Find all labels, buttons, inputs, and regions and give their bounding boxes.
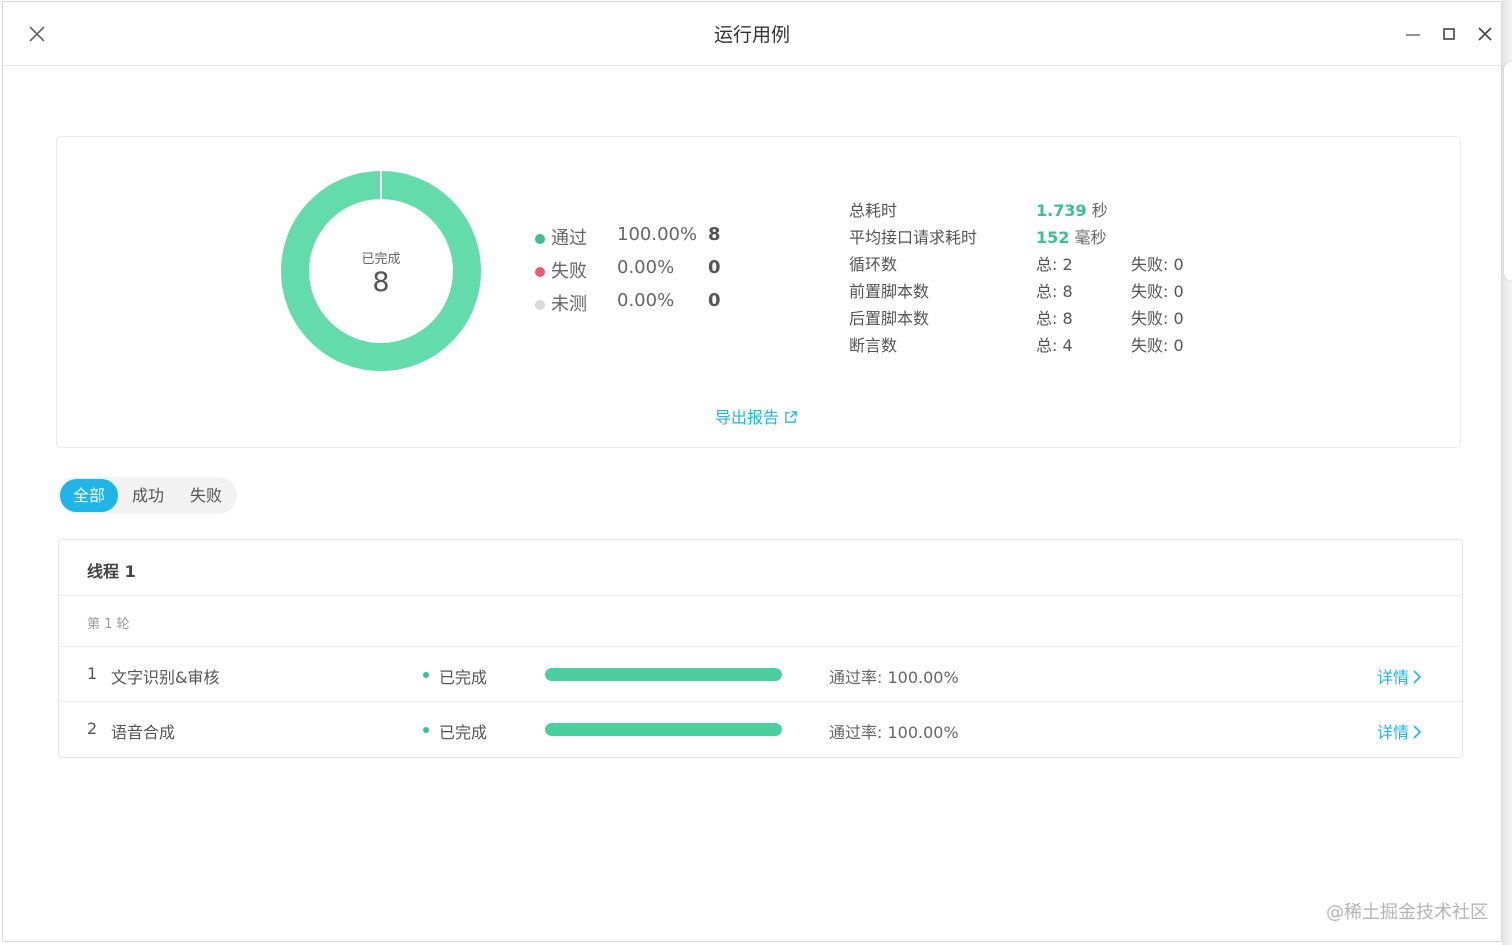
detail-link[interactable]: 详情 [1377,664,1423,688]
chevron-right-icon [1413,725,1422,739]
avg-time-value: 152 [1036,228,1070,247]
detail-label: 详情 [1377,723,1410,742]
side-panel-handle[interactable] [1503,60,1512,282]
stat-failed: 失败: 0 [1131,282,1184,301]
avg-time-unit: 毫秒 [1069,228,1107,247]
thread-title: 线程 1 [87,562,136,581]
round-label: 第 1 轮 [87,617,130,632]
status-dot-icon [423,672,429,678]
stat-label: 总耗时 [849,201,898,220]
thread-panel: 线程 1 第 1 轮 1 文字识别&审核 已完成 通过率: 100.00% 详情… [58,539,1463,758]
legend-count: 8 [708,224,721,245]
stat-label: 断言数 [849,336,898,355]
status-dot-icon [423,727,429,733]
run-cases-window: 运行用例 已完成 8 通过 100.00% 8 失败 0.00% 0 未测 0.… [2,1,1502,942]
detail-link[interactable]: 详情 [1377,719,1423,743]
table-row: 2 语音合成 已完成 通过率: 100.00% 详情 [59,702,1462,756]
stat-total: 总: 8 [1036,282,1073,301]
stat-total: 总: 8 [1036,309,1073,328]
tab-fail[interactable]: 失败 [178,479,234,512]
chevron-right-icon [1413,670,1422,684]
result-filter-tabs: 全部 成功 失败 [58,477,237,514]
legend-percent: 0.00% [617,290,675,311]
stat-label: 后置脚本数 [849,309,930,328]
case-status: 已完成 [439,723,488,742]
case-status: 已完成 [439,668,488,687]
legend-count: 0 [708,257,721,278]
watermark: @稀土掘金技术社区 [1326,902,1488,923]
stat-label: 循环数 [849,255,898,274]
stat-value: 1.739 秒 [1036,197,1108,221]
tab-success[interactable]: 成功 [120,479,176,512]
legend-name: 通过 [551,228,587,249]
summary-card: 已完成 8 通过 100.00% 8 失败 0.00% 0 未测 0.00% 0… [56,136,1461,448]
minimize-icon[interactable] [1401,22,1425,46]
tab-all[interactable]: 全部 [60,479,118,512]
legend-name: 未测 [551,294,587,315]
pass-rate: 通过率: 100.00% [829,723,959,742]
window-title: 运行用例 [713,24,790,46]
progress-bar [545,668,782,681]
legend-percent: 100.00% [617,224,698,245]
stat-total: 总: 2 [1036,255,1073,274]
window-close-icon[interactable] [1473,22,1497,46]
case-index: 1 [87,664,98,683]
stat-failed: 失败: 0 [1131,336,1184,355]
total-time-value: 1.739 [1036,201,1087,220]
stat-total: 总: 4 [1036,336,1073,355]
export-report-link[interactable]: 导出报告 [715,404,798,428]
pass-dot-icon [535,234,545,244]
total-time-unit: 秒 [1086,201,1108,220]
pass-rate: 通过率: 100.00% [829,668,959,687]
case-name: 语音合成 [111,723,176,742]
progress-bar [545,723,782,736]
stat-value: 152 毫秒 [1036,224,1107,248]
legend-count: 0 [708,290,721,311]
fail-dot-icon [535,267,545,277]
progress-fill [545,668,782,681]
stat-failed: 失败: 0 [1131,309,1184,328]
case-name: 文字识别&审核 [111,668,220,687]
case-index: 2 [87,719,98,738]
table-row: 1 文字识别&审核 已完成 通过率: 100.00% 详情 [59,647,1462,702]
untested-dot-icon [535,300,545,310]
stat-label: 平均接口请求耗时 [849,228,978,247]
round-header: 第 1 轮 [59,596,1462,647]
donut-value: 8 [372,267,390,298]
title-bar: 运行用例 [3,2,1501,66]
detail-label: 详情 [1377,668,1410,687]
thread-header: 线程 1 [59,540,1462,596]
legend-percent: 0.00% [617,257,675,278]
legend-name: 失败 [551,261,587,282]
stat-label: 前置脚本数 [849,282,930,301]
external-link-icon [785,411,797,423]
progress-fill [545,723,782,736]
maximize-icon[interactable] [1437,22,1461,46]
export-report-label: 导出报告 [715,408,780,427]
stat-failed: 失败: 0 [1131,255,1184,274]
donut-label: 已完成 [361,252,401,267]
